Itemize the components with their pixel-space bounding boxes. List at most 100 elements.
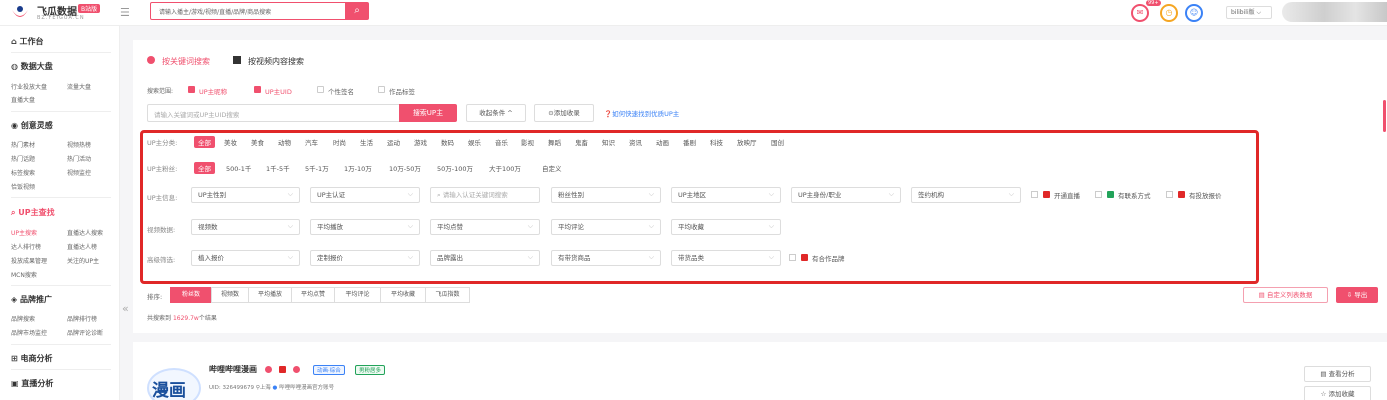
sidebar-item-up-search[interactable]: UP主搜索 (11, 228, 37, 237)
category-pill[interactable]: 娱乐 (468, 137, 481, 147)
range-checkbox-signature[interactable] (317, 86, 324, 93)
sidebar-item-live-dashboard[interactable]: 直播大盘 (11, 95, 35, 104)
fans-pill[interactable]: 10万-50万 (389, 163, 421, 173)
up-name[interactable]: 哔哩哔哩漫画 (209, 364, 257, 375)
sidebar-item-live-up-rank[interactable]: 直播达人榜 (67, 242, 97, 251)
live-checkbox[interactable] (1031, 191, 1038, 198)
fans-gender-select[interactable]: 粉丝性别 (551, 187, 661, 203)
sort-tab-avg-favorite[interactable]: 平均收藏 (380, 287, 426, 303)
category-pill[interactable]: 全部 (194, 136, 215, 148)
goods-category-select[interactable]: 带货品类 (671, 250, 781, 266)
sidebar-item-brand-search[interactable]: 品牌搜索 (11, 314, 35, 323)
goods-select[interactable]: 有带货商品 (551, 250, 661, 266)
menu-toggle-icon[interactable]: ☰ (120, 6, 130, 19)
range-checkbox-nickname[interactable] (188, 86, 195, 93)
custom-quote-select[interactable]: 定制报价 (310, 250, 420, 266)
sidebar-item-up-rank[interactable]: 达人排行榜 (11, 242, 41, 251)
sidebar-item-campaign-manage[interactable]: 投放成果管理 (11, 256, 47, 265)
sort-tab-avg-comment[interactable]: 平均评论 (334, 287, 381, 303)
category-pill[interactable]: 美妆 (224, 137, 237, 147)
avg-favorite-select[interactable]: 平均收藏 (671, 219, 781, 235)
sort-tab-fans[interactable]: 粉丝数 (170, 287, 212, 303)
avatar[interactable]: 漫画 (147, 368, 201, 400)
sidebar-item-traffic-dashboard[interactable]: 流量大盘 (67, 82, 91, 91)
sort-tab-avg-like[interactable]: 平均点赞 (291, 287, 335, 303)
region-select[interactable]: UP主地区 (671, 187, 781, 203)
user-avatar[interactable] (1282, 2, 1387, 22)
range-checkbox-tags[interactable] (378, 86, 385, 93)
sidebar-item-industry-dashboard[interactable]: 行业投放大盘 (11, 82, 47, 91)
embed-quote-select[interactable]: 植入报价 (191, 250, 300, 266)
custom-columns-button[interactable]: ▤ 自定义列表数据 (1243, 287, 1328, 303)
fans-pill[interactable]: 自定义 (542, 163, 562, 173)
fans-pill[interactable]: 全部 (194, 162, 215, 174)
category-pill[interactable]: 动画 (656, 137, 669, 147)
sidebar-brand[interactable]: ◈ 品牌推广 (11, 294, 52, 305)
sidebar-dashboard[interactable]: ◍ 数据大盘 (11, 61, 53, 72)
sidebar-item-tag-search[interactable]: 标签搜索 (11, 168, 35, 177)
fans-pill[interactable]: 大于100万 (489, 163, 521, 173)
sidebar-item-brand-monitor[interactable]: 品牌市场监控 (11, 328, 47, 337)
sidebar-item-hot-activity[interactable]: 热门活动 (67, 154, 91, 163)
gender-select[interactable]: UP主性别 (191, 187, 300, 203)
category-pill[interactable]: 鬼畜 (575, 137, 588, 147)
fans-pill[interactable]: 5千-1万 (305, 163, 329, 173)
sidebar-item-video-rank[interactable]: 视频热榜 (67, 140, 91, 149)
category-pill[interactable]: 时尚 (333, 137, 346, 147)
view-analysis-button[interactable]: ▤ 查看分析 (1304, 366, 1371, 382)
sidebar-item-hot-material[interactable]: 热门素材 (11, 140, 35, 149)
avg-play-select[interactable]: 平均播放 (310, 219, 420, 235)
sidebar-creative[interactable]: ◉ 创意灵感 (11, 120, 53, 131)
sidebar-item-mcn-search[interactable]: MCN搜索 (11, 270, 37, 279)
sidebar-up-search[interactable]: ⌕ UP主查找 (11, 207, 55, 218)
category-pill[interactable]: 科技 (710, 137, 723, 147)
contact-checkbox[interactable] (1095, 191, 1102, 198)
help-link[interactable]: ❓如何快速找到优质UP主 (604, 108, 679, 118)
global-search-input[interactable]: 请输入播主/游戏/视频/直播/品牌/商品搜索 (150, 2, 346, 20)
sidebar-live[interactable]: ▣ 直播分析 (11, 378, 53, 389)
sidebar-item-hot-topic[interactable]: 热门话题 (11, 154, 35, 163)
fans-pill[interactable]: 500-1千 (226, 163, 251, 173)
tab-keyword-search[interactable]: 按关键词搜索 (162, 56, 210, 67)
brand-exposure-select[interactable]: 品牌露出 (430, 250, 540, 266)
fans-pill[interactable]: 50万-100万 (437, 163, 473, 173)
sidebar-item-followed-up[interactable]: 关注的UP主 (67, 256, 99, 265)
quote-checkbox[interactable] (1166, 191, 1173, 198)
sidebar-item-live-up-search[interactable]: 直播达人搜索 (67, 228, 103, 237)
sort-tab-feigua-index[interactable]: 飞瓜指数 (425, 287, 470, 303)
category-pill[interactable]: 国创 (771, 137, 784, 147)
certification-keyword-input[interactable]: ⌕ 请输入认证关键词搜索 (430, 187, 540, 203)
message-icon[interactable]: ✉ (1131, 4, 1149, 22)
support-icon[interactable]: ☺ (1185, 4, 1203, 22)
category-pill[interactable]: 知识 (602, 137, 615, 147)
scrollbar[interactable] (1383, 100, 1386, 132)
collapse-sidebar-icon[interactable]: « (122, 302, 129, 315)
certification-select[interactable]: UP主认证 (310, 187, 420, 203)
avg-comment-select[interactable]: 平均评论 (551, 219, 661, 235)
brand-coop-checkbox[interactable] (789, 254, 796, 261)
sort-tab-videos[interactable]: 视频数 (211, 287, 249, 303)
platform-select[interactable]: bilibili版 ⌵ (1226, 6, 1272, 19)
sidebar-ecommerce[interactable]: ⊞ 电商分析 (11, 353, 53, 364)
category-pill[interactable]: 汽车 (305, 137, 318, 147)
keyword-input[interactable]: 请输入关键词或UP主UID搜索 (147, 104, 400, 122)
clock-icon[interactable]: ◷ (1160, 4, 1178, 22)
avg-like-select[interactable]: 平均点赞 (430, 219, 540, 235)
sidebar-item-video-monitor[interactable]: 视频监控 (67, 168, 91, 177)
add-collection-button[interactable]: ⊙添加收录 (534, 104, 594, 122)
collapse-filters-button[interactable]: 收起条件 ^ (466, 104, 526, 122)
category-pill[interactable]: 影视 (521, 137, 534, 147)
sidebar-item-brand-rank[interactable]: 品牌排行榜 (67, 314, 97, 323)
profession-select[interactable]: UP主身份/职业 (791, 187, 901, 203)
video-count-select[interactable]: 视频数 (191, 219, 300, 235)
agency-select[interactable]: 签约机构 (911, 187, 1021, 203)
category-pill[interactable]: 番剧 (683, 137, 696, 147)
global-search-button[interactable]: ⌕ (345, 2, 369, 20)
range-checkbox-uid[interactable] (254, 86, 261, 93)
sidebar-item-brand-comment[interactable]: 品牌评论诊断 (67, 328, 103, 337)
category-pill[interactable]: 音乐 (495, 137, 508, 147)
tab-video-content-search[interactable]: 按视频内容搜索 (248, 56, 304, 67)
category-pill[interactable]: 美食 (251, 137, 264, 147)
category-pill[interactable]: 运动 (387, 137, 400, 147)
search-up-button[interactable]: 搜索UP主 (399, 104, 457, 122)
